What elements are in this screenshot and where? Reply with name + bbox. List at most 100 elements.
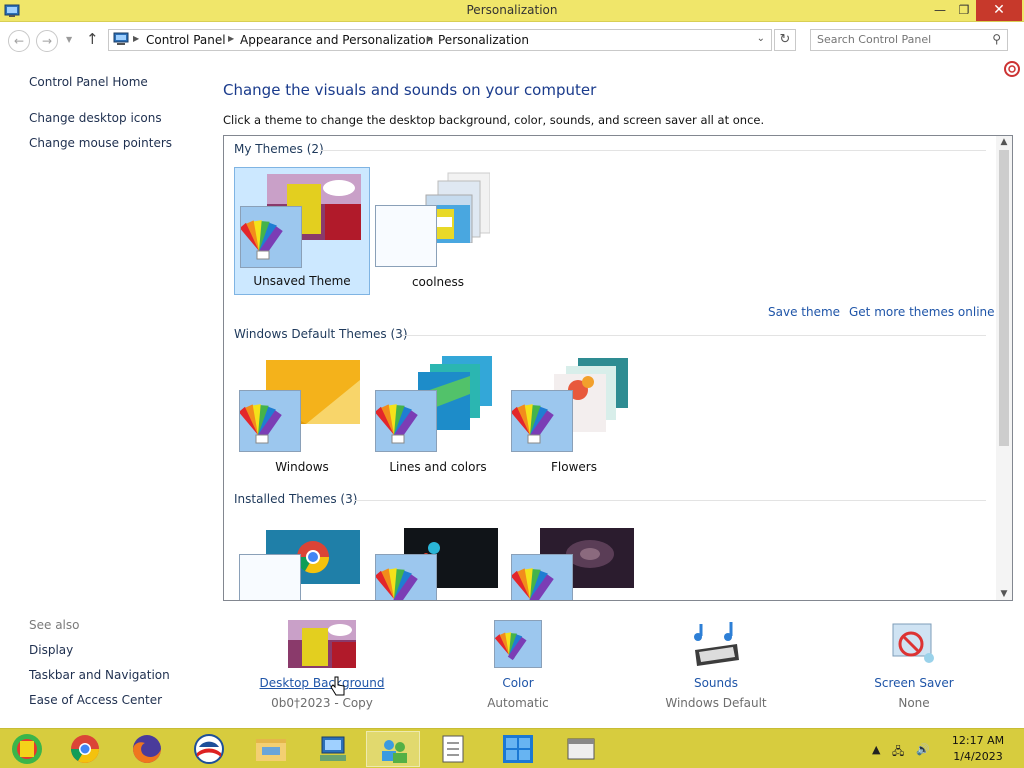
taskbar-chrome[interactable] bbox=[58, 731, 112, 767]
clock-time: 12:17 AM bbox=[951, 734, 1005, 747]
search-input[interactable] bbox=[817, 33, 977, 46]
hand-cursor-icon bbox=[330, 676, 345, 696]
maximize-button[interactable]: ❐ bbox=[952, 0, 976, 21]
network-icon[interactable]: 🖧 bbox=[892, 743, 904, 762]
theme-installed-dark[interactable] bbox=[370, 518, 506, 600]
breadcrumb-separator-icon[interactable]: ▶ bbox=[228, 34, 234, 43]
back-button[interactable]: ← bbox=[8, 30, 30, 52]
color-palette-icon bbox=[239, 206, 302, 268]
up-button[interactable]: ↑ bbox=[86, 30, 99, 48]
recent-locations-dropdown[interactable]: ▼ bbox=[66, 35, 72, 44]
ease-of-access-link[interactable]: Ease of Access Center bbox=[29, 693, 162, 707]
breadcrumb-appearance[interactable]: Appearance and Personalization bbox=[240, 33, 433, 47]
scroll-thumb[interactable] bbox=[999, 150, 1009, 446]
desktop-background-setting[interactable]: Desktop Background 0b0†2023 - Copy bbox=[256, 620, 388, 710]
group-divider bbox=[402, 335, 986, 336]
taskbar-control-panel[interactable] bbox=[306, 731, 360, 767]
clock-date: 1/4/2023 bbox=[953, 750, 1003, 763]
color-palette-icon bbox=[510, 390, 573, 452]
sounds-label[interactable]: Sounds bbox=[656, 676, 776, 690]
theme-installed-nebula[interactable] bbox=[506, 518, 642, 600]
blank-palette-icon bbox=[375, 205, 437, 267]
breadcrumb-control-panel[interactable]: Control Panel bbox=[146, 33, 226, 47]
taskbar-windows-store[interactable] bbox=[490, 731, 544, 767]
taskbar-app[interactable] bbox=[554, 731, 608, 767]
blank-palette-icon bbox=[239, 554, 301, 600]
theme-coolness[interactable]: coolness bbox=[370, 167, 506, 295]
breadcrumb-personalization[interactable]: Personalization bbox=[438, 33, 529, 47]
my-themes-group-label: My Themes (2) bbox=[234, 142, 324, 156]
scroll-down-icon[interactable]: ▼ bbox=[996, 589, 1012, 599]
control-panel-icon bbox=[320, 736, 346, 761]
navigation-bar: ← → ▼ ↑ ▶ Control Panel ▶ Appearance and… bbox=[0, 22, 1024, 58]
taskbar-firefox[interactable] bbox=[120, 731, 174, 767]
folder-icon bbox=[256, 739, 286, 761]
firefox-icon bbox=[133, 735, 161, 763]
screen-saver-icon bbox=[892, 623, 934, 663]
show-hidden-icons[interactable]: ▲ bbox=[872, 743, 880, 756]
theme-flowers[interactable]: Flowers bbox=[506, 352, 642, 480]
volume-icon[interactable]: 🔊 bbox=[916, 743, 930, 756]
address-bar[interactable]: ▶ Control Panel ▶ Appearance and Persona… bbox=[108, 29, 772, 51]
get-more-themes-link[interactable]: Get more themes online bbox=[849, 305, 995, 319]
change-mouse-pointers-link[interactable]: Change mouse pointers bbox=[29, 136, 172, 150]
help-icon[interactable] bbox=[1004, 61, 1020, 77]
change-desktop-icons-link[interactable]: Change desktop icons bbox=[29, 111, 162, 125]
desktop-background-value: 0b0†2023 - Copy bbox=[271, 696, 373, 710]
app-window-icon bbox=[567, 738, 595, 760]
color-palette-icon bbox=[494, 620, 542, 668]
checklist-icon bbox=[442, 735, 464, 763]
screen-saver-setting[interactable]: Screen Saver None bbox=[864, 620, 964, 710]
taskbar-personalization[interactable] bbox=[366, 731, 420, 767]
windows-logo-icon bbox=[503, 735, 533, 763]
search-box[interactable]: ⚲ bbox=[810, 29, 1008, 51]
close-button[interactable]: ✕ bbox=[976, 0, 1022, 21]
screen-saver-label[interactable]: Screen Saver bbox=[864, 676, 964, 690]
campaign-logo-icon bbox=[194, 734, 224, 764]
title-bar: Personalization — ❐ ✕ bbox=[0, 0, 1024, 22]
color-palette-icon bbox=[238, 390, 301, 452]
forward-button[interactable]: → bbox=[36, 30, 58, 52]
sounds-icon bbox=[694, 622, 739, 666]
sounds-value: Windows Default bbox=[665, 696, 767, 710]
minimize-button[interactable]: — bbox=[928, 0, 952, 21]
control-panel-home-link[interactable]: Control Panel Home bbox=[29, 75, 148, 89]
search-icon[interactable]: ⚲ bbox=[992, 32, 1001, 46]
theme-label: Lines and colors bbox=[389, 460, 487, 474]
desktop-background-label[interactable]: Desktop Background bbox=[256, 676, 388, 690]
save-theme-link[interactable]: Save theme bbox=[768, 305, 840, 319]
theme-list[interactable]: My Themes (2) Unsaved Theme coolness Sav… bbox=[223, 135, 1013, 601]
display-link[interactable]: Display bbox=[29, 643, 73, 657]
sounds-setting[interactable]: Sounds Windows Default bbox=[656, 620, 776, 710]
chevron-down-icon[interactable]: ⌄ bbox=[757, 33, 765, 44]
refresh-button[interactable]: ↻ bbox=[774, 29, 796, 51]
taskbar-obama-app[interactable] bbox=[182, 731, 236, 767]
taskbar-navigation-link[interactable]: Taskbar and Navigation bbox=[29, 668, 170, 682]
breadcrumb-separator-icon[interactable]: ▶ bbox=[427, 34, 433, 43]
scroll-up-icon[interactable]: ▲ bbox=[996, 137, 1012, 147]
start-button[interactable] bbox=[0, 731, 54, 767]
color-palette-icon bbox=[374, 390, 437, 452]
breadcrumb-separator-icon[interactable]: ▶ bbox=[133, 34, 139, 43]
theme-unsaved[interactable]: Unsaved Theme bbox=[234, 167, 370, 295]
page-title: Change the visuals and sounds on your co… bbox=[223, 81, 597, 99]
control-panel-icon bbox=[113, 32, 129, 45]
taskbar-file-explorer[interactable] bbox=[244, 731, 298, 767]
taskbar: ▲ 🖧 🔊 12:17 AM 1/4/2023 bbox=[0, 728, 1024, 768]
start-icon bbox=[12, 734, 42, 764]
system-clock[interactable]: 12:17 AM 1/4/2023 bbox=[940, 733, 1016, 765]
group-divider bbox=[354, 500, 986, 501]
theme-installed-chrome[interactable] bbox=[234, 518, 370, 600]
color-setting[interactable]: Color Automatic bbox=[468, 620, 568, 710]
taskbar-task-manager[interactable] bbox=[426, 731, 480, 767]
theme-label: Windows bbox=[275, 460, 329, 474]
color-label[interactable]: Color bbox=[468, 676, 568, 690]
installed-themes-group-label: Installed Themes (3) bbox=[234, 492, 358, 506]
theme-lines-and-colors[interactable]: Lines and colors bbox=[370, 352, 506, 480]
theme-list-scrollbar[interactable]: ▲ ▼ bbox=[996, 136, 1012, 600]
theme-windows[interactable]: Windows bbox=[234, 352, 370, 480]
chrome-icon bbox=[71, 735, 99, 763]
theme-label: coolness bbox=[411, 275, 465, 289]
theme-label: Unsaved Theme bbox=[253, 274, 351, 288]
color-value: Automatic bbox=[487, 696, 549, 710]
